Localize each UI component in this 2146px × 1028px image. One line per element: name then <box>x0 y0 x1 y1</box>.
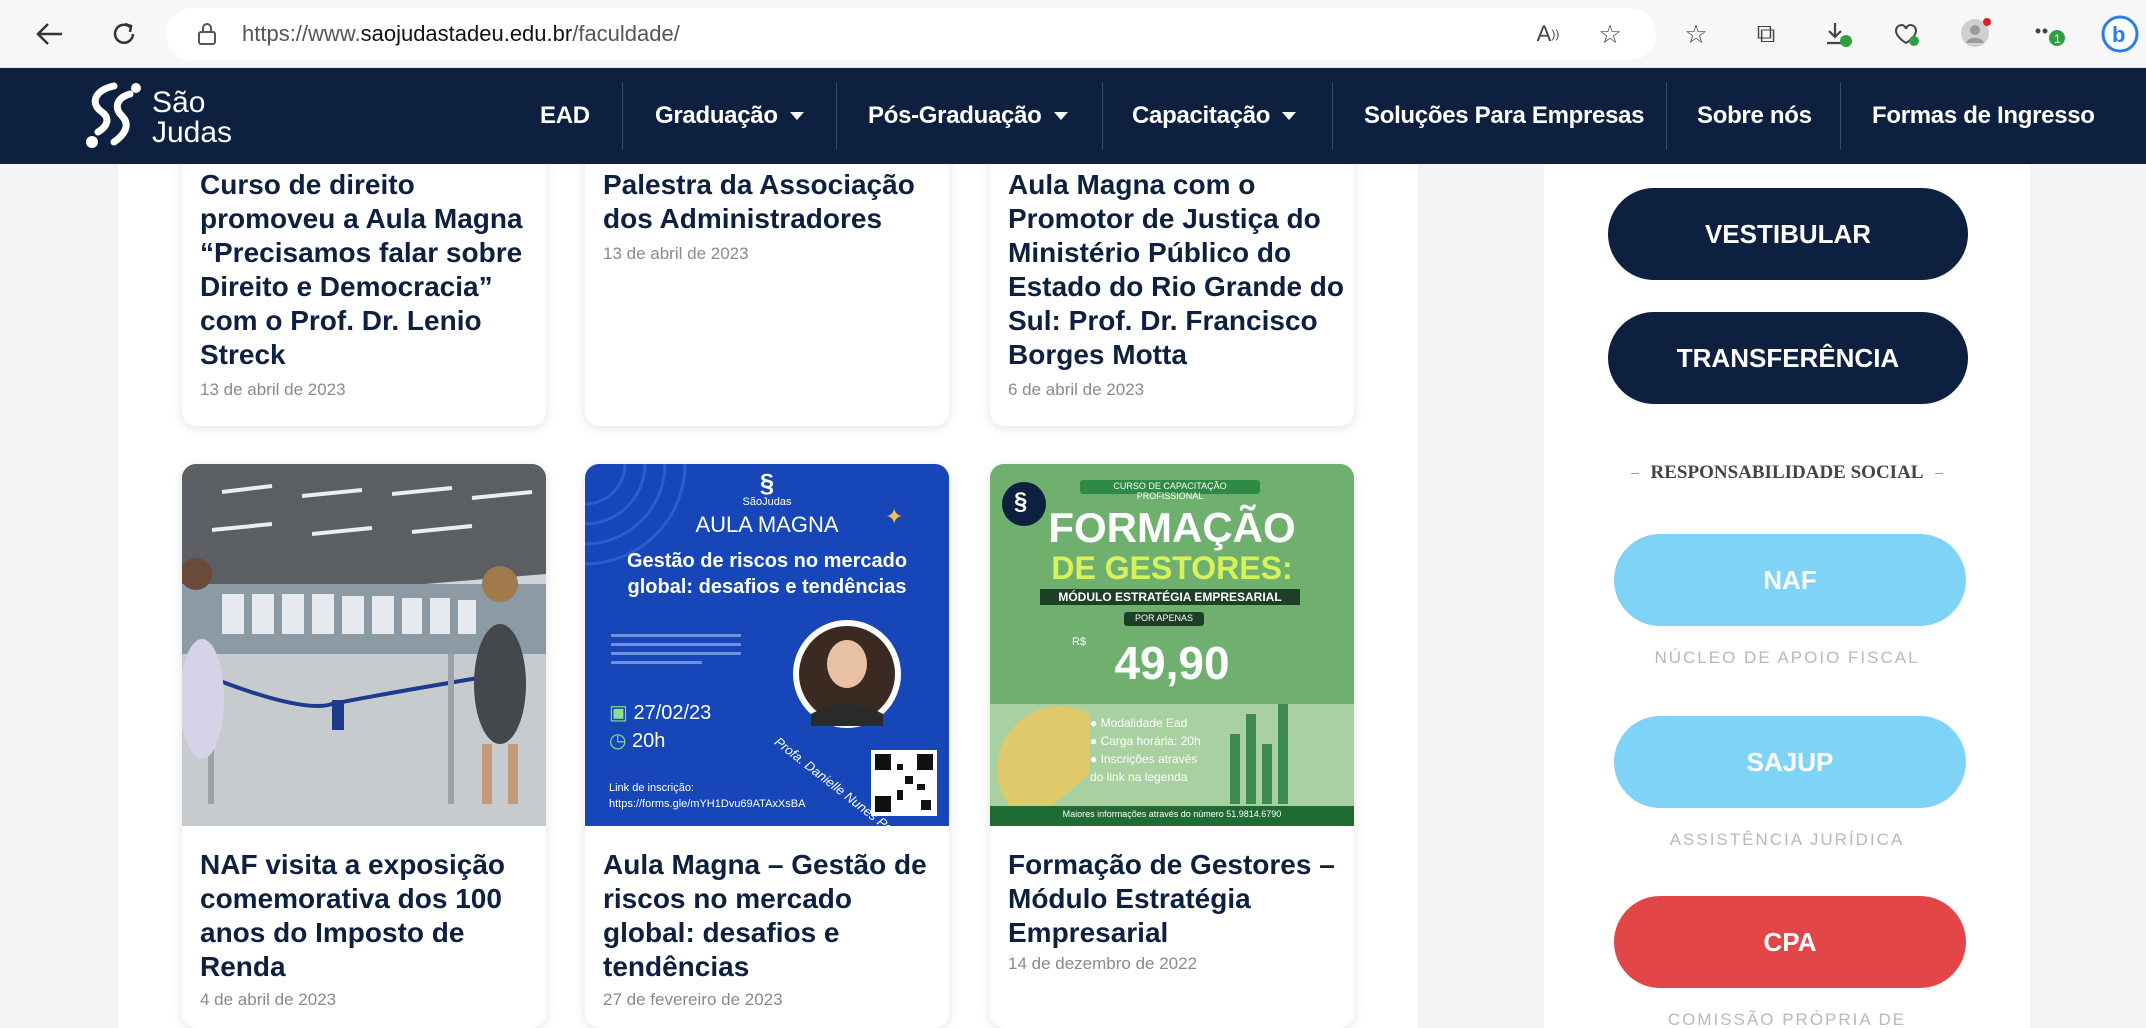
nav-graduacao[interactable]: Graduação <box>655 68 804 164</box>
nav-separator <box>1102 82 1103 150</box>
poster-top-label: CURSO DE CAPACITAÇÃO PROFISSIONAL <box>1113 481 1227 501</box>
poster-logo-icon: § <box>759 468 775 498</box>
poster-bullet: ● Modalidade Ead <box>1090 716 1188 730</box>
logo-mark-icon <box>86 82 141 148</box>
poster-bullet: ● Carga horária: 20h <box>1090 734 1201 748</box>
nav-separator <box>1840 82 1841 150</box>
site-header: São Judas EAD Graduação Pós-Graduação Ca… <box>0 68 2146 164</box>
post-card[interactable]: § CURSO DE CAPACITAÇÃO PROFISSIONAL FORM… <box>990 464 1354 1028</box>
post-image-naf[interactable] <box>182 464 546 826</box>
post-image-aula-magna[interactable]: § SãoJudas AULA MAGNA ✦ Gestão de riscos… <box>585 464 949 826</box>
read-aloud-icon[interactable]: A)) <box>1528 14 1568 54</box>
post-title[interactable]: Palestra da Associação dos Administrador… <box>603 168 943 236</box>
check-icon: ● <box>1090 734 1101 748</box>
poster-link-label: Link de inscrição: <box>609 782 694 794</box>
vestibular-button[interactable]: VESTIBULAR <box>1608 188 1968 280</box>
post-title[interactable]: Curso de direito promoveu a Aula Magna “… <box>200 168 540 372</box>
logo-text-line2: Judas <box>152 116 233 149</box>
poster-footer: Maiores informações através do número 51… <box>1062 809 1282 819</box>
post-card[interactable]: Curso de direito promoveu a Aula Magna “… <box>182 130 546 426</box>
sparkle-icon: ✦ <box>885 504 904 529</box>
nav-sobre-nos[interactable]: Sobre nós <box>1697 68 1812 164</box>
post-title[interactable]: Aula Magna – Gestão de riscos no mercado… <box>603 848 943 984</box>
poster-subtitle: Gestão de riscos no mercado global: desa… <box>626 550 908 598</box>
post-title[interactable]: Formação de Gestores – Módulo Estratégia… <box>1008 848 1348 950</box>
svg-text:1: 1 <box>2054 32 2061 46</box>
poster-time: ◷ 20h <box>609 730 666 752</box>
more-menu-icon[interactable]: 1 <box>2030 14 2070 54</box>
responsabilidade-social-heading: RESPONSABILIDADE SOCIAL <box>1544 462 2030 484</box>
back-icon[interactable] <box>30 14 70 54</box>
post-card[interactable]: Palestra da Associação dos Administrador… <box>585 130 949 426</box>
poster-bullet: ● Inscrições através do link na legenda <box>1090 752 1198 784</box>
post-image-formacao-gestores[interactable]: § CURSO DE CAPACITAÇÃO PROFISSIONAL FORM… <box>990 464 1354 826</box>
check-icon: ● <box>1090 716 1101 730</box>
nav-separator <box>622 82 623 150</box>
bing-copilot-icon[interactable]: b <box>2100 14 2140 54</box>
address-bar[interactable]: https://www.saojudastadeu.edu.br/faculda… <box>166 8 1656 60</box>
sidebar: VESTIBULAR TRANSFERÊNCIA RESPONSABILIDAD… <box>1544 164 2030 1028</box>
refresh-icon[interactable] <box>104 14 144 54</box>
post-date: 13 de abril de 2023 <box>200 380 346 399</box>
chevron-down-icon <box>789 112 804 120</box>
favorites-icon[interactable]: ☆ <box>1676 14 1716 54</box>
favorite-star-icon[interactable]: ☆ <box>1590 14 1630 54</box>
nav-pos-graduacao[interactable]: Pós-Graduação <box>868 68 1068 164</box>
post-date: 27 de fevereiro de 2023 <box>603 990 783 1009</box>
post-date: 4 de abril de 2023 <box>200 990 337 1009</box>
naf-button[interactable]: NAF <box>1614 534 1966 626</box>
url-text: https://www.saojudastadeu.edu.br/faculda… <box>242 21 680 46</box>
poster-bullets: ● Modalidade Ead ● Carga horária: 20h ● … <box>1090 714 1210 786</box>
nav-capacitacao[interactable]: Capacitação <box>1132 68 1297 164</box>
logo-text-line1: São <box>152 86 206 119</box>
naf-description: NÚCLEO DE APOIO FISCAL <box>1654 648 1920 667</box>
svg-text:b: b <box>2112 22 2125 47</box>
poster-link: https://forms.gle/mYH1Dvu69ATAxXsBA <box>609 798 806 810</box>
sajup-description: ASSISTÊNCIA JURÍDICA <box>1669 830 1905 849</box>
poster-por-apenas: POR APENAS <box>1134 613 1194 623</box>
nav-solucoes-empresas[interactable]: Soluções Para Empresas <box>1364 68 1645 164</box>
performance-icon[interactable] <box>1886 14 1926 54</box>
post-title[interactable]: NAF visita a exposição comemorativa dos … <box>200 848 540 984</box>
chevron-down-icon <box>1282 112 1297 120</box>
check-icon: ● <box>1090 752 1101 766</box>
post-title[interactable]: Aula Magna com o Promotor de Justiça do … <box>1008 168 1348 372</box>
post-date: 13 de abril de 2023 <box>603 244 749 263</box>
nav-separator <box>1332 82 1333 150</box>
post-date: 14 de dezembro de 2022 <box>1008 954 1198 973</box>
clock-icon: ◷ <box>609 730 633 752</box>
cpa-button[interactable]: CPA <box>1614 896 1966 988</box>
collections-icon[interactable]: ⧉ <box>1746 14 1786 54</box>
poster-date: ▣ 27/02/23 <box>609 702 712 724</box>
sajup-button[interactable]: SAJUP <box>1614 716 1966 808</box>
post-card[interactable]: § SãoJudas AULA MAGNA ✦ Gestão de riscos… <box>585 464 949 1028</box>
sao-judas-logo[interactable]: São Judas <box>80 80 280 152</box>
profile-avatar-icon[interactable] <box>1956 14 1996 54</box>
transferencia-button[interactable]: TRANSFERÊNCIA <box>1608 312 1968 404</box>
nav-formas-ingresso[interactable]: Formas de Ingresso <box>1872 68 2095 164</box>
cpa-description: COMISSÃO PRÓPRIA DE <box>1667 1010 1907 1028</box>
page-scrollbar[interactable] <box>2136 164 2146 1028</box>
chevron-down-icon <box>1053 112 1068 120</box>
nav-ead[interactable]: EAD <box>540 68 590 164</box>
downloads-icon[interactable] <box>1818 14 1858 54</box>
calendar-icon: ▣ <box>609 702 634 724</box>
nav-separator <box>1666 82 1667 150</box>
post-card[interactable]: NAF visita a exposição comemorativa dos … <box>182 464 546 1028</box>
nav-separator <box>836 82 837 150</box>
poster-module: MÓDULO ESTRATÉGIA EMPRESARIAL <box>1058 590 1282 604</box>
poster-title2: DE GESTORES: <box>1051 550 1293 586</box>
post-date: 6 de abril de 2023 <box>1008 380 1145 399</box>
lock-icon <box>198 23 216 45</box>
poster-bio-text <box>611 628 741 694</box>
browser-toolbar: https://www.saojudastadeu.edu.br/faculda… <box>0 0 2146 68</box>
poster-title1: FORMAÇÃO <box>1048 504 1296 551</box>
poster-price: 49,90 <box>1114 637 1230 689</box>
post-card[interactable]: Aula Magna com o Promotor de Justiça do … <box>990 130 1354 426</box>
